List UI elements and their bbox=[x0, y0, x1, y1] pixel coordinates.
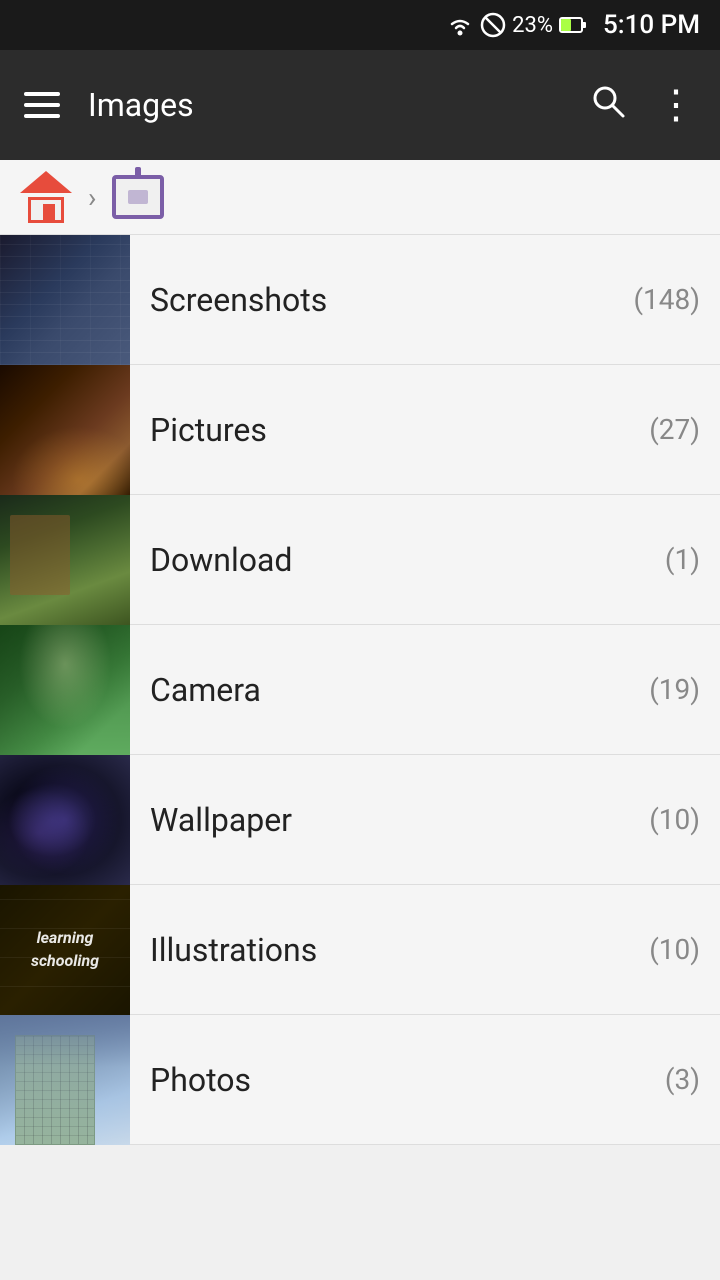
list-item[interactable]: Screenshots (148) bbox=[0, 235, 720, 365]
list-item-info: Screenshots (148) bbox=[130, 281, 720, 319]
thumbnail-camera bbox=[0, 625, 130, 755]
list-item[interactable]: Wallpaper (10) bbox=[0, 755, 720, 885]
list-item-info: Photos (3) bbox=[130, 1061, 720, 1099]
list-item[interactable]: Camera (19) bbox=[0, 625, 720, 755]
folder-name: Wallpaper bbox=[150, 801, 292, 839]
list-item[interactable]: learningschooling Illustrations (10) bbox=[0, 885, 720, 1015]
folder-count: (27) bbox=[649, 413, 700, 446]
list-item-info: Wallpaper (10) bbox=[130, 801, 720, 839]
thumbnail-illustrations: learningschooling bbox=[0, 885, 130, 1015]
list-item-info: Illustrations (10) bbox=[130, 931, 720, 969]
list-item-info: Pictures (27) bbox=[130, 411, 720, 449]
thumbnail-wallpaper bbox=[0, 755, 130, 885]
folder-count: (3) bbox=[665, 1063, 700, 1096]
list-item[interactable]: Pictures (27) bbox=[0, 365, 720, 495]
building-shape bbox=[15, 1035, 95, 1145]
folder-name: Download bbox=[150, 541, 292, 579]
status-icons: 23% bbox=[446, 12, 587, 38]
folder-count: (148) bbox=[633, 283, 700, 316]
thumbnail-download bbox=[0, 495, 130, 625]
toolbar: Images ⋮ bbox=[0, 50, 720, 160]
folder-name: Illustrations bbox=[150, 931, 317, 969]
breadcrumb-separator: › bbox=[88, 181, 96, 214]
thumbnail-photos bbox=[0, 1015, 130, 1145]
images-folder-icon[interactable] bbox=[112, 175, 164, 219]
folder-name: Camera bbox=[150, 671, 261, 709]
folder-count: (10) bbox=[649, 803, 700, 836]
list-item[interactable]: Photos (3) bbox=[0, 1015, 720, 1145]
more-button[interactable]: ⋮ bbox=[656, 85, 696, 125]
folder-list: Screenshots (148) Pictures (27) Download… bbox=[0, 235, 720, 1145]
list-item[interactable]: Download (1) bbox=[0, 495, 720, 625]
chalk-text: learningschooling bbox=[31, 927, 99, 972]
status-time: 5:10 PM bbox=[603, 10, 700, 40]
status-bar: 23% 5:10 PM bbox=[0, 0, 720, 50]
battery-percent: 23% bbox=[512, 13, 553, 38]
toolbar-right: ⋮ bbox=[590, 83, 696, 128]
breadcrumb: › bbox=[0, 160, 720, 235]
folder-count: (10) bbox=[649, 933, 700, 966]
toolbar-left: Images bbox=[24, 86, 194, 124]
search-button[interactable] bbox=[590, 83, 626, 128]
folder-name: Screenshots bbox=[150, 281, 327, 319]
list-item-info: Download (1) bbox=[130, 541, 720, 579]
toolbar-title: Images bbox=[88, 86, 194, 124]
battery-icon bbox=[559, 15, 587, 35]
thumbnail-screenshots bbox=[0, 235, 130, 365]
list-item-info: Camera (19) bbox=[130, 671, 720, 709]
folder-name: Photos bbox=[150, 1061, 251, 1099]
folder-count: (1) bbox=[665, 543, 700, 576]
menu-button[interactable] bbox=[24, 92, 60, 118]
folder-name: Pictures bbox=[150, 411, 267, 449]
thumbnail-pictures bbox=[0, 365, 130, 495]
home-icon[interactable] bbox=[20, 171, 72, 223]
blocked-icon bbox=[480, 12, 506, 38]
folder-count: (19) bbox=[649, 673, 700, 706]
wifi-icon bbox=[446, 14, 474, 36]
